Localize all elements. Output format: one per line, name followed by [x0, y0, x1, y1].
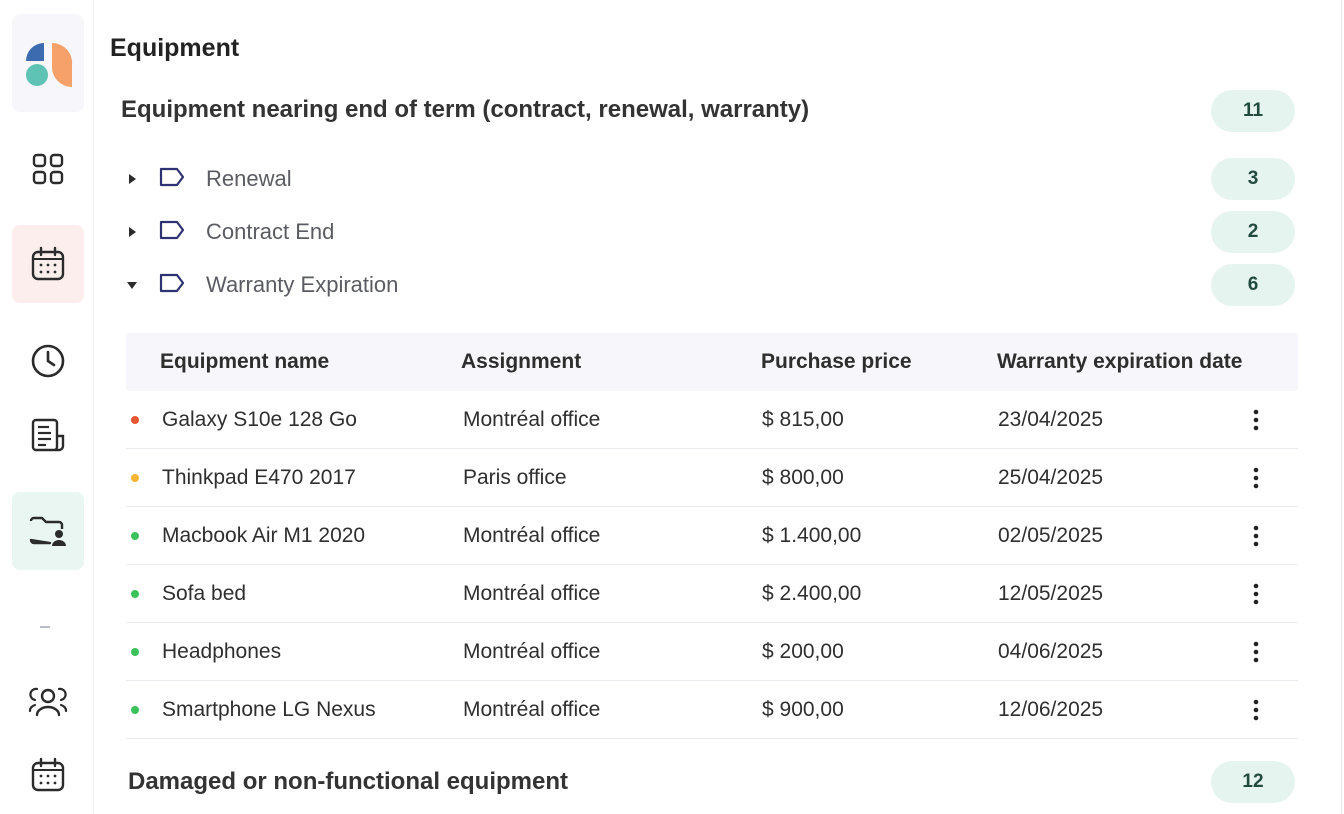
cell-equipment-name: Macbook Air M1 2020 — [162, 523, 366, 547]
column-header-warranty-date[interactable]: Warranty expiration date — [997, 350, 1242, 374]
caret-right-icon[interactable] — [126, 226, 138, 238]
category-label: Warranty Expiration — [206, 272, 399, 297]
cell-equipment-name: Headphones — [162, 639, 282, 663]
folder-user-icon — [29, 516, 66, 546]
more-options-icon[interactable] — [1246, 407, 1266, 433]
cell-equipment-name: Thinkpad E470 2017 — [162, 465, 356, 489]
sidebar-item-calendar[interactable] — [12, 225, 84, 303]
cell-assignment: Montréal office — [463, 523, 601, 547]
cell-warranty-date: 04/06/2025 — [998, 639, 1104, 663]
app-logo[interactable] — [12, 14, 84, 112]
cell-warranty-date: 12/05/2025 — [998, 581, 1104, 605]
cell-equipment-name: Smartphone LG Nexus — [162, 697, 376, 721]
section-title-end-of-term: Equipment nearing end of term (contract,… — [121, 96, 810, 123]
page-title: Equipment — [110, 34, 240, 62]
status-dot-red — [131, 415, 139, 424]
cell-purchase-price: $ 200,00 — [762, 639, 844, 663]
status-dot-orange — [131, 473, 139, 482]
tag-icon — [158, 272, 186, 299]
status-dot-green — [131, 705, 139, 714]
document-list-icon — [31, 418, 65, 452]
column-header-price[interactable]: Purchase price — [761, 350, 912, 374]
cell-assignment: Paris office — [463, 465, 567, 489]
more-options-icon[interactable] — [1246, 697, 1266, 723]
cell-assignment: Montréal office — [463, 697, 601, 721]
cell-purchase-price: $ 815,00 — [762, 407, 844, 431]
cell-assignment: Montréal office — [463, 581, 601, 605]
sidebar-item-time[interactable] — [12, 322, 84, 400]
warranty-table: Equipment name Assignment Purchase price… — [126, 333, 1298, 739]
tag-icon — [158, 219, 186, 246]
cell-assignment: Montréal office — [463, 407, 601, 431]
cell-warranty-date: 23/04/2025 — [998, 407, 1104, 431]
category-row-contract-end[interactable]: Contract End — [96, 212, 1342, 252]
cell-purchase-price: $ 1.400,00 — [762, 523, 862, 547]
status-dot-green — [131, 589, 139, 598]
table-row[interactable]: Smartphone LG Nexus Montréal office $ 90… — [126, 681, 1298, 739]
column-header-name[interactable]: Equipment name — [160, 350, 329, 374]
caret-right-icon[interactable] — [126, 173, 138, 185]
table-row[interactable]: Galaxy S10e 128 Go Montréal office $ 815… — [126, 391, 1298, 449]
sidebar-item-schedule[interactable] — [12, 736, 84, 814]
sidebar-item-dashboard[interactable] — [12, 130, 84, 208]
category-label: Contract End — [206, 219, 335, 244]
tag-icon — [158, 166, 186, 193]
logo-icon — [26, 42, 73, 87]
cell-warranty-date: 25/04/2025 — [998, 465, 1104, 489]
more-options-icon[interactable] — [1246, 639, 1266, 665]
count-badge-renewal: 3 — [1211, 158, 1295, 200]
category-row-warranty-expiration[interactable]: Warranty Expiration — [96, 265, 1342, 305]
status-dot-green — [131, 647, 139, 656]
more-options-icon[interactable] — [1246, 465, 1266, 491]
clock-icon — [31, 344, 65, 378]
cell-equipment-name: Galaxy S10e 128 Go — [162, 407, 357, 431]
table-row[interactable]: Sofa bed Montréal office $ 2.400,00 12/0… — [126, 565, 1298, 623]
sidebar-divider — [40, 626, 50, 628]
sidebar-item-equipment[interactable] — [12, 492, 84, 570]
section-title-damaged: Damaged or non-functional equipment — [128, 768, 569, 795]
column-header-assignment[interactable]: Assignment — [461, 350, 581, 374]
calendar-icon — [31, 757, 65, 792]
caret-down-icon[interactable] — [126, 279, 138, 291]
calendar-icon — [31, 246, 65, 281]
sidebar — [0, 0, 94, 814]
team-icon — [28, 687, 68, 717]
cell-assignment: Montréal office — [463, 639, 601, 663]
category-row-renewal[interactable]: Renewal — [96, 159, 1342, 199]
table-row[interactable]: Headphones Montréal office $ 200,00 04/0… — [126, 623, 1298, 681]
cell-purchase-price: $ 900,00 — [762, 697, 844, 721]
table-row[interactable]: Thinkpad E470 2017 Paris office $ 800,00… — [126, 449, 1298, 507]
more-options-icon[interactable] — [1246, 523, 1266, 549]
cell-purchase-price: $ 800,00 — [762, 465, 844, 489]
table-header: Equipment name Assignment Purchase price… — [126, 333, 1298, 391]
count-badge-warranty-expiration: 6 — [1211, 264, 1295, 306]
status-dot-green — [131, 531, 139, 540]
cell-warranty-date: 12/06/2025 — [998, 697, 1104, 721]
sidebar-item-documents[interactable] — [12, 396, 84, 474]
table-row[interactable]: Macbook Air M1 2020 Montréal office $ 1.… — [126, 507, 1298, 565]
cell-warranty-date: 02/05/2025 — [998, 523, 1104, 547]
category-label: Renewal — [206, 166, 292, 191]
cell-equipment-name: Sofa bed — [162, 581, 247, 605]
sidebar-item-team[interactable] — [12, 662, 84, 740]
more-options-icon[interactable] — [1246, 581, 1266, 607]
main-content: Equipment Equipment nearing end of term … — [96, 0, 1342, 814]
count-badge-damaged: 12 — [1211, 761, 1295, 803]
cell-purchase-price: $ 2.400,00 — [762, 581, 862, 605]
dashboard-grid-icon — [32, 153, 64, 185]
count-badge-end-of-term: 11 — [1211, 90, 1295, 132]
count-badge-contract-end: 2 — [1211, 211, 1295, 253]
